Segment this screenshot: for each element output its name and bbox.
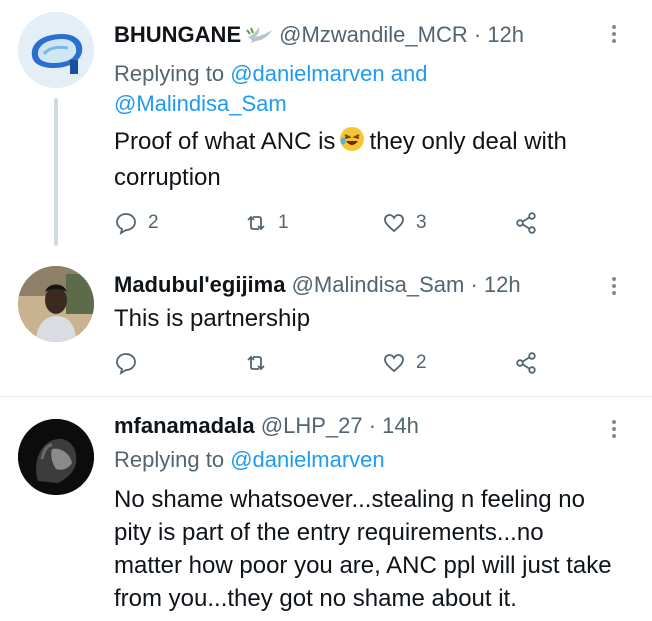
timestamp[interactable]: 14h [382, 413, 419, 438]
more-options-icon[interactable] [606, 22, 622, 48]
laughing-face-emoji [339, 126, 365, 161]
retweet-icon [247, 355, 265, 371]
avatar[interactable] [18, 419, 94, 495]
like-button[interactable]: 2 [382, 348, 427, 378]
thread-line [54, 98, 58, 246]
replying-to-label: Replying to [114, 61, 225, 86]
share-icon [516, 352, 536, 374]
mention-malindisa-sam[interactable]: @Malindisa_Sam [114, 91, 287, 116]
separator-dot: · [470, 272, 478, 297]
tweet-actions: 2 1 3 [114, 208, 634, 238]
reply-count: 2 [148, 212, 159, 233]
retweet-icon [247, 215, 265, 231]
share-button[interactable] [514, 208, 538, 238]
retweet-button[interactable] [244, 348, 278, 378]
display-name[interactable]: Madubul'egijima [114, 272, 285, 297]
tweet-madubulegijima[interactable]: Madubul'egijima @Malindisa_Sam · 12h Thi… [0, 256, 652, 390]
tweet-bhungane[interactable]: BHUNGANE @Mzwandile_MCR · 12h Replying to… [0, 0, 652, 256]
like-count: 2 [416, 352, 427, 373]
handle[interactable]: @Mzwandile_MCR [279, 22, 468, 47]
display-name[interactable]: mfanamadala [114, 413, 255, 438]
separator-dot: · [473, 22, 482, 47]
display-name[interactable]: BHUNGANE [114, 22, 241, 47]
tweet-text: Proof of what ANC is they only deal with … [114, 125, 612, 194]
more-options-icon[interactable] [606, 274, 622, 300]
tweet-text: No shame whatsoever...stealing n feeling… [114, 486, 612, 612]
replying-to: Replying to @danielmarven [114, 445, 612, 475]
handle[interactable]: @LHP_27 [261, 413, 363, 438]
reply-button[interactable]: 2 [114, 208, 159, 238]
share-icon [516, 212, 536, 234]
reply-icon [116, 213, 136, 235]
separator-dot: · [368, 413, 377, 438]
tweet-text: This is partnership [114, 305, 311, 332]
avatar[interactable] [18, 12, 94, 88]
heart-icon [384, 214, 404, 233]
timestamp[interactable]: 12h [484, 272, 521, 297]
tweet-header: Madubul'egijima @Malindisa_Sam · 12h [114, 270, 612, 300]
tweet-mfanamadala[interactable]: mfanamadala @LHP_27 · 14h Replying to @d… [0, 397, 652, 621]
lion-avatar-image [18, 419, 94, 495]
retweet-count: 1 [278, 212, 289, 233]
avatar[interactable] [18, 266, 94, 342]
person-avatar-image [18, 266, 94, 342]
mention-danielmarven[interactable]: @danielmarven [230, 61, 384, 86]
reply-button[interactable] [114, 348, 148, 378]
reply-icon [116, 353, 136, 375]
more-options-icon[interactable] [606, 417, 622, 443]
timestamp[interactable]: 12h [487, 22, 524, 47]
car-mirror-avatar-image [18, 12, 94, 88]
handle[interactable]: @Malindisa_Sam [292, 272, 465, 297]
replying-to-joiner: and [390, 61, 428, 86]
share-button[interactable] [514, 348, 538, 378]
tweet-actions: 2 [114, 348, 634, 378]
replying-to: Replying to @danielmarven and @Malindisa… [114, 59, 612, 119]
mention-danielmarven[interactable]: @danielmarven [230, 447, 384, 472]
tweet-header: BHUNGANE @Mzwandile_MCR · 12h [114, 20, 612, 53]
like-count: 3 [416, 212, 427, 233]
tweet-header: mfanamadala @LHP_27 · 14h [114, 411, 612, 441]
replying-to-label: Replying to [114, 447, 225, 472]
tweet-text-part-1: Proof of what ANC is [114, 128, 336, 155]
retweet-button[interactable]: 1 [244, 208, 289, 238]
dove-icon [245, 23, 275, 53]
like-button[interactable]: 3 [382, 208, 427, 238]
heart-icon [384, 354, 404, 373]
